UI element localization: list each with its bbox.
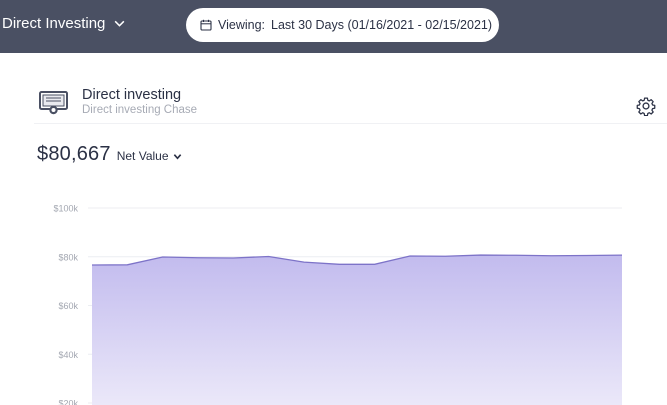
data-point[interactable]	[373, 262, 377, 266]
data-point[interactable]	[267, 255, 271, 259]
y-tick-label: $100k	[53, 204, 78, 214]
value-type-label: Net Value	[116, 149, 169, 163]
data-point[interactable]	[479, 253, 483, 257]
data-point[interactable]	[408, 254, 412, 258]
data-point[interactable]	[620, 253, 624, 257]
net-value-amount: $80,667	[37, 143, 111, 165]
y-tick-label: $40k	[58, 350, 78, 360]
investment-certificate-icon	[39, 91, 68, 115]
card-header: Direct investing Direct investing Chase	[38, 87, 197, 117]
data-point[interactable]	[196, 256, 200, 260]
card-subtitle: Direct investing Chase	[82, 104, 198, 116]
data-point[interactable]	[585, 254, 589, 258]
header-divider	[34, 123, 667, 124]
account-selector[interactable]: Direct Investing	[2, 15, 126, 32]
chevron-down-icon	[173, 153, 181, 160]
value-summary: $80,667 Net Value	[37, 143, 182, 166]
data-point[interactable]	[302, 260, 306, 264]
date-range-text: Last 30 Days (01/16/2021 - 02/15/2021)	[271, 18, 493, 32]
data-point[interactable]	[549, 254, 553, 258]
data-point[interactable]	[125, 263, 129, 267]
calendar-icon	[200, 19, 212, 31]
data-point[interactable]	[90, 263, 94, 267]
y-tick-label: $60k	[58, 301, 78, 311]
area-fill	[92, 255, 622, 405]
account-selector-label: Direct Investing	[2, 15, 106, 32]
chevron-down-icon	[115, 20, 125, 27]
data-point[interactable]	[443, 254, 447, 258]
y-tick-label: $20k	[58, 399, 78, 405]
net-value-chart: $100k $80k $60k $40k $20k	[53, 204, 624, 405]
data-point[interactable]	[161, 255, 165, 259]
value-type-dropdown[interactable]: Net Value	[117, 149, 182, 163]
y-tick-label: $80k	[58, 252, 78, 262]
date-range-picker[interactable]: Viewing: Last 30 Days (01/16/2021 - 02/1…	[186, 8, 499, 42]
card-title: Direct investing	[82, 87, 182, 103]
viewing-label: Viewing:	[218, 18, 266, 32]
data-point[interactable]	[231, 256, 235, 260]
gear-icon[interactable]	[636, 96, 656, 116]
top-bar: Direct Investing Viewing: Last 30 Days (…	[0, 0, 667, 53]
data-point[interactable]	[337, 262, 341, 266]
data-point[interactable]	[514, 253, 518, 257]
